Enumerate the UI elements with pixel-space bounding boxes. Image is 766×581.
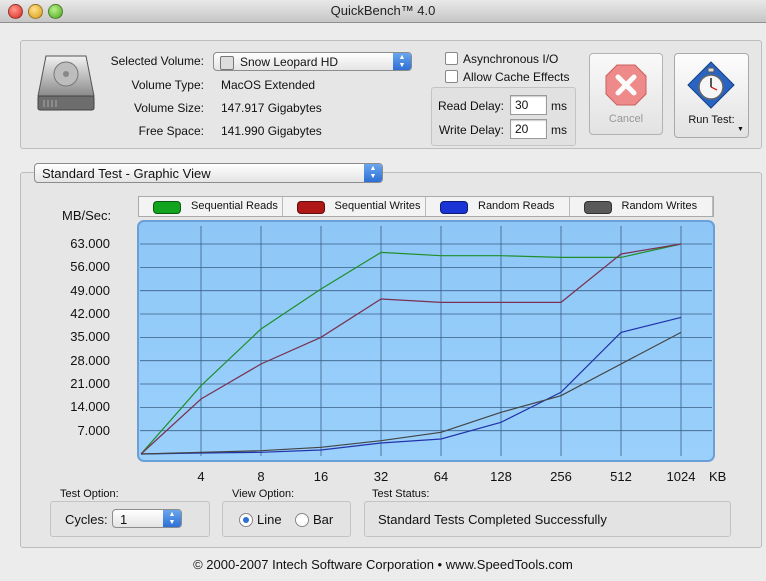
view-option-label: View Option: bbox=[232, 488, 295, 500]
x-tick-label: 128 bbox=[490, 469, 512, 484]
y-tick-label: 28.000 bbox=[70, 352, 110, 368]
legend-label: Sequential Reads bbox=[191, 200, 278, 212]
async-io-label: Asynchronous I/O bbox=[463, 52, 559, 66]
x-axis-unit: KB bbox=[709, 469, 727, 484]
window-title: QuickBench™ 4.0 bbox=[330, 3, 436, 18]
hard-drive-icon bbox=[37, 55, 95, 111]
test-status-label: Test Status: bbox=[372, 488, 430, 500]
volume-type-label: Volume Type: bbox=[131, 78, 205, 92]
y-tick-label: 7.000 bbox=[77, 422, 110, 438]
stop-icon bbox=[605, 64, 647, 106]
test-status-value: Standard Tests Completed Successfully bbox=[378, 512, 607, 527]
legend-swatch bbox=[296, 201, 325, 214]
x-tick-label: 256 bbox=[550, 469, 572, 484]
y-tick-label: 63.000 bbox=[70, 236, 110, 252]
line-radio-label: Line bbox=[257, 512, 282, 527]
y-tick-label: 42.000 bbox=[70, 306, 110, 322]
write-delay-unit: ms bbox=[551, 123, 567, 137]
legend-swatch bbox=[583, 201, 612, 214]
y-axis-label: MB/Sec: bbox=[62, 208, 112, 223]
allow-cache-checkbox[interactable] bbox=[445, 70, 458, 83]
stopwatch-icon bbox=[687, 61, 735, 109]
copyright-footer: © 2000-2007 Intech Software Corporation … bbox=[193, 557, 573, 572]
volume-select[interactable]: Snow Leopard HD ▲ ▼ bbox=[213, 52, 412, 71]
selected-volume-label: Selected Volume: bbox=[110, 54, 204, 68]
legend-swatch bbox=[153, 201, 181, 214]
read-delay-label: Read Delay: bbox=[437, 99, 504, 113]
bar-radio[interactable] bbox=[295, 513, 309, 527]
free-space-value: 141.990 Gigabytes bbox=[221, 124, 322, 138]
x-tick-label: 1024 bbox=[666, 469, 696, 484]
y-tick-label: 35.000 bbox=[70, 329, 110, 345]
view-mode-select[interactable]: Standard Test - Graphic View ▲ ▼ bbox=[34, 163, 383, 183]
x-tick-label: 64 bbox=[433, 469, 449, 484]
disk-icon bbox=[220, 56, 234, 70]
async-io-checkbox[interactable] bbox=[445, 52, 458, 65]
legend-item: Random Writes bbox=[570, 197, 713, 216]
delay-group bbox=[431, 87, 576, 146]
y-tick-label: 56.000 bbox=[70, 259, 110, 275]
run-test-button[interactable]: Run Test: ▼ bbox=[674, 53, 749, 138]
volume-size-label: Volume Size: bbox=[133, 101, 204, 115]
volume-size-value: 147.917 Gigabytes bbox=[221, 101, 322, 115]
view-mode-value: Standard Test - Graphic View bbox=[42, 166, 211, 181]
legend-swatch bbox=[440, 201, 468, 214]
cancel-label: Cancel bbox=[608, 113, 644, 125]
cycles-select[interactable]: 1 ▲ ▼ bbox=[112, 509, 182, 528]
cycles-label: Cycles: bbox=[65, 512, 108, 527]
chart-legend: Sequential Reads Sequential Writes Random … bbox=[138, 196, 714, 217]
allow-cache-label: Allow Cache Effects bbox=[463, 70, 570, 84]
y-tick-label: 49.000 bbox=[70, 282, 110, 298]
volume-select-value: Snow Leopard HD bbox=[240, 55, 339, 69]
test-option-label: Test Option: bbox=[60, 488, 119, 500]
cancel-button[interactable]: Cancel bbox=[589, 53, 663, 135]
run-menu-arrow-icon: ▼ bbox=[737, 126, 744, 133]
free-space-label: Free Space: bbox=[138, 124, 204, 138]
x-tick-label: 4 bbox=[197, 469, 205, 484]
legend-item: Sequential Reads bbox=[139, 197, 283, 216]
run-test-label: Run Test: bbox=[688, 114, 735, 126]
x-tick-label: 32 bbox=[373, 469, 389, 484]
x-tick-label: 512 bbox=[610, 469, 632, 484]
plot-background bbox=[137, 220, 715, 462]
legend-label: Random Reads bbox=[478, 200, 555, 212]
volume-type-value: MacOS Extended bbox=[221, 78, 316, 92]
bar-radio-label: Bar bbox=[313, 512, 334, 527]
legend-item: Random Reads bbox=[426, 197, 570, 216]
legend-label: Sequential Writes bbox=[334, 200, 421, 212]
line-radio[interactable] bbox=[239, 513, 253, 527]
select-arrows-icon: ▲ ▼ bbox=[163, 510, 181, 527]
legend-label: Random Writes bbox=[621, 200, 698, 212]
select-arrows-icon: ▲ ▼ bbox=[364, 164, 382, 182]
write-delay-field[interactable]: 20 bbox=[510, 119, 547, 139]
x-tick-label: 8 bbox=[257, 469, 265, 484]
y-tick-label: 21.000 bbox=[70, 376, 110, 391]
x-tick-label: 16 bbox=[313, 469, 329, 484]
y-tick-label: 14.000 bbox=[70, 399, 110, 415]
select-arrows-icon: ▲ ▼ bbox=[393, 53, 411, 70]
read-delay-field[interactable]: 30 bbox=[510, 95, 547, 115]
read-delay-unit: ms bbox=[551, 99, 567, 113]
cycles-value: 1 bbox=[120, 512, 128, 527]
performance-chart bbox=[137, 220, 715, 462]
legend-item: Sequential Writes bbox=[283, 197, 426, 216]
write-delay-label: Write Delay: bbox=[438, 123, 504, 137]
